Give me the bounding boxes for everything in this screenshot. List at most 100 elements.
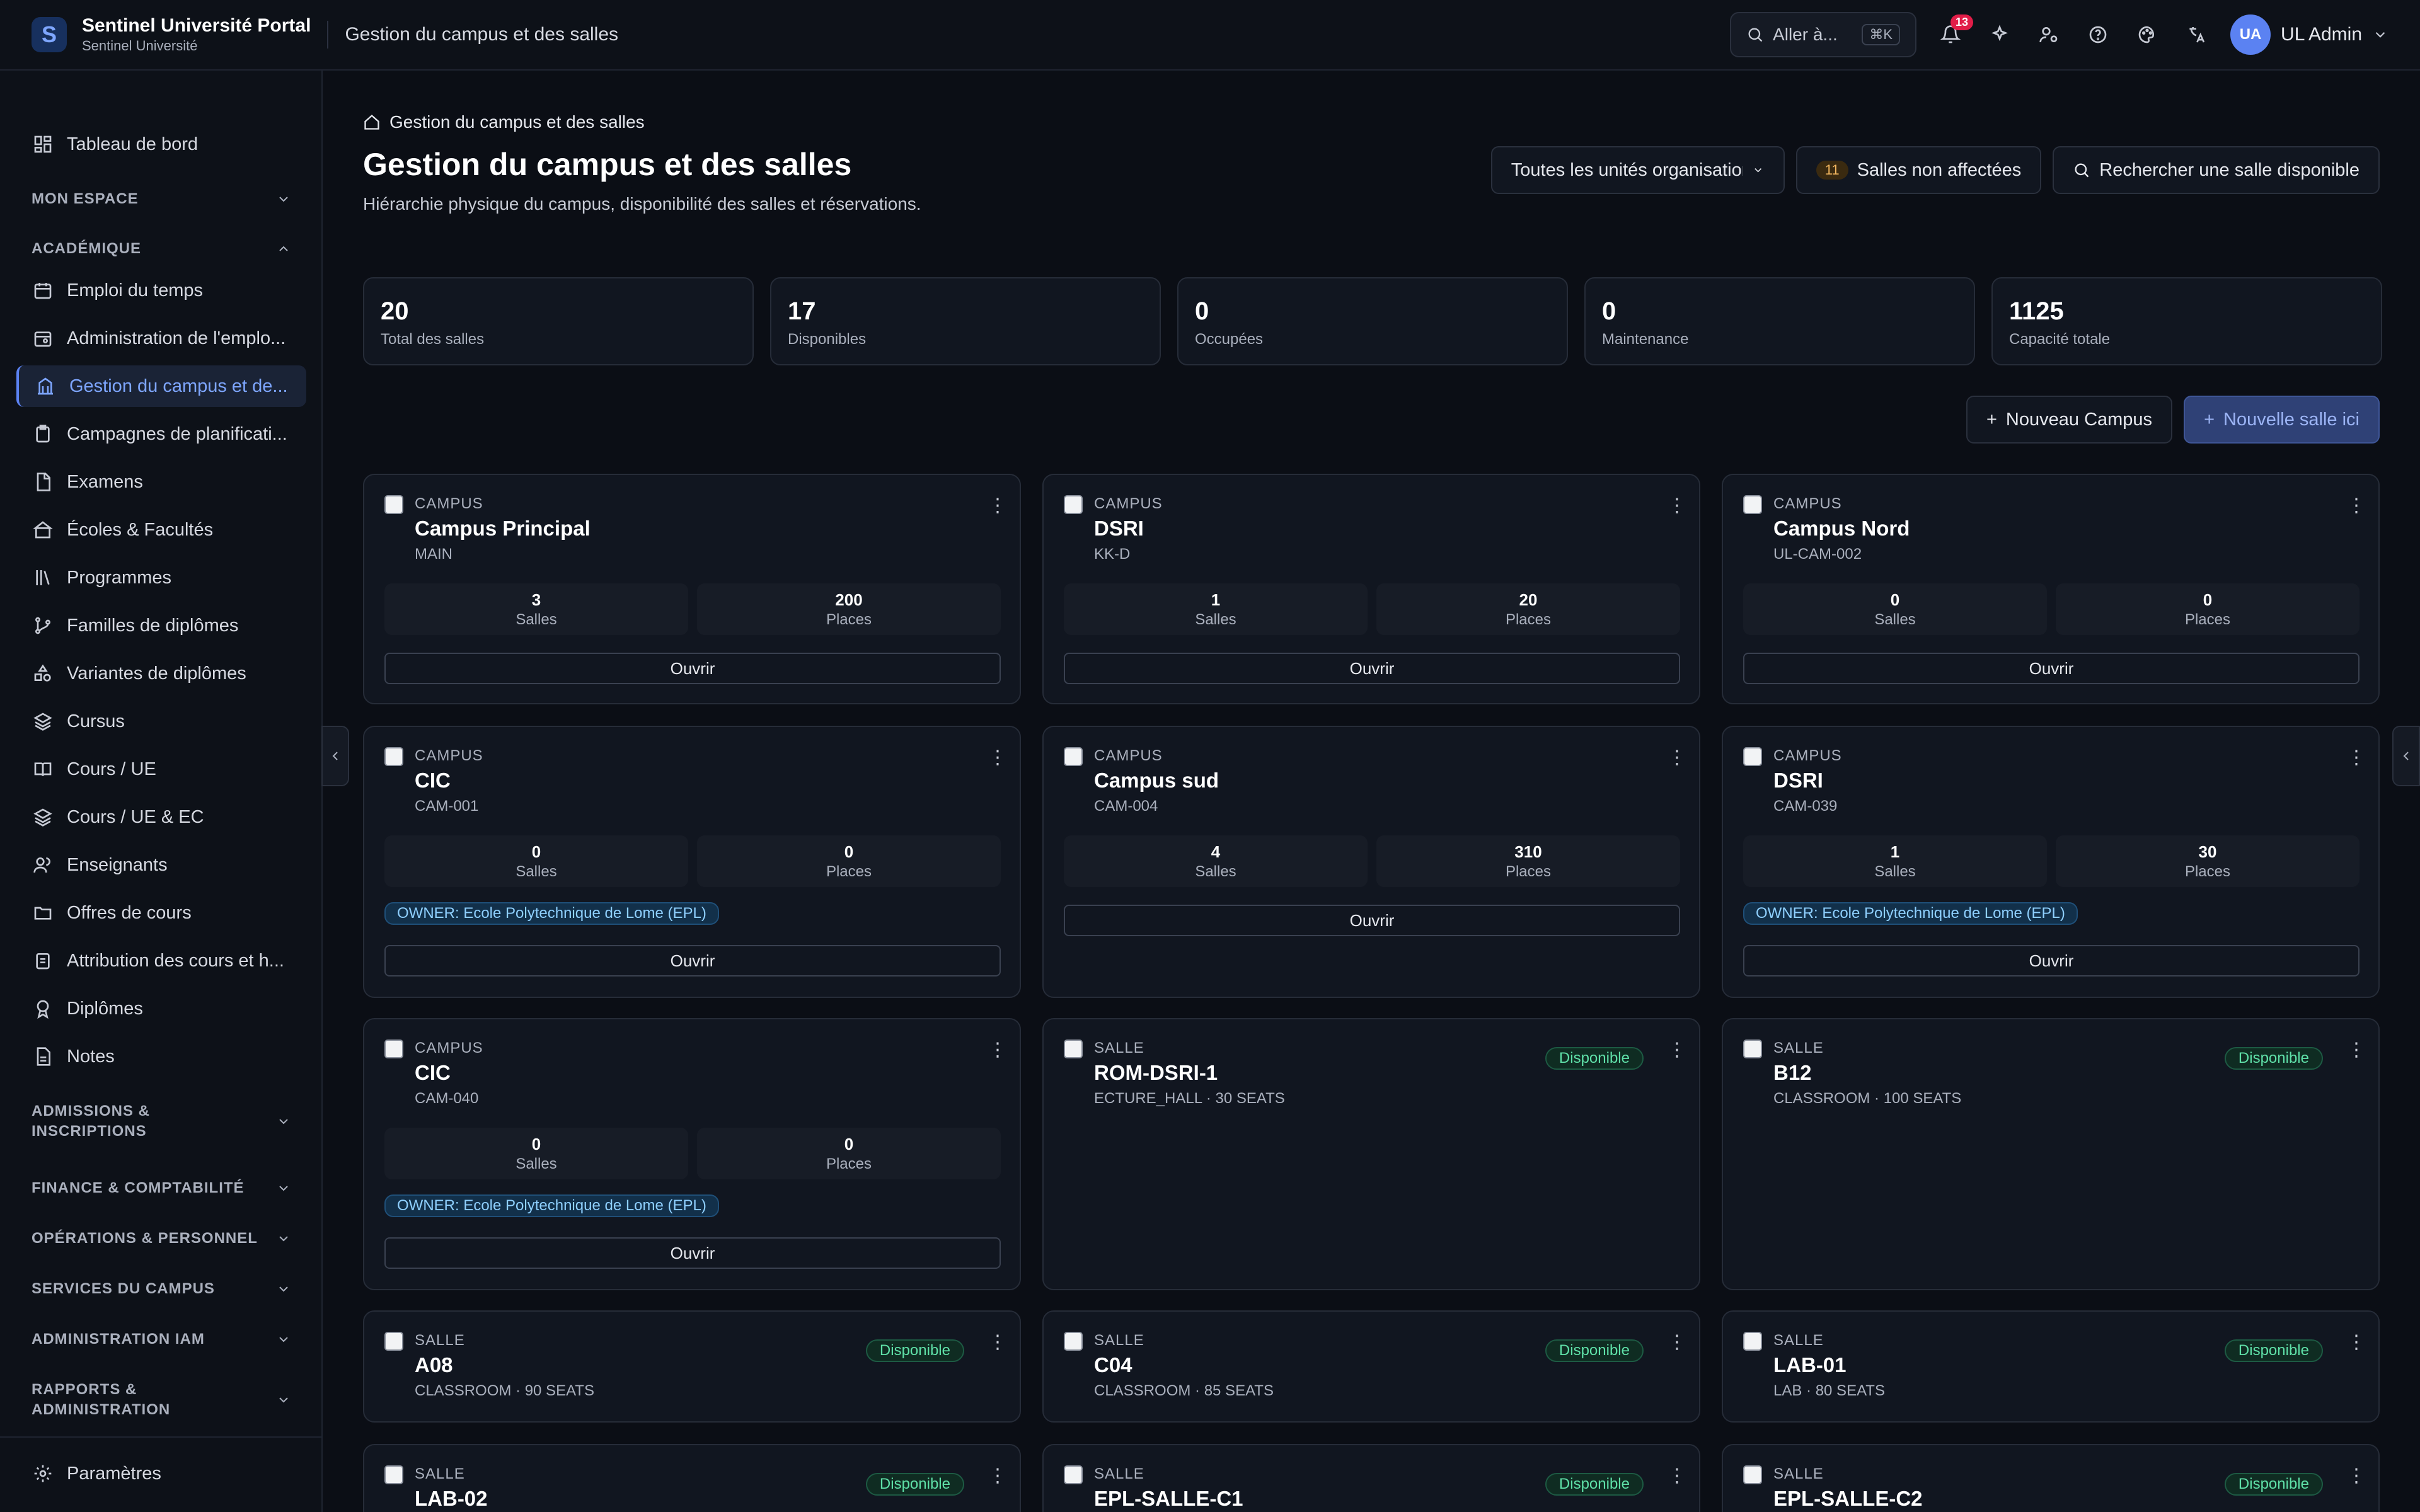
ai-button[interactable]: [1985, 20, 2015, 50]
open-button[interactable]: Ouvrir: [1064, 905, 1680, 936]
sidebar-item-attribution[interactable]: Attribution des cours et h...: [16, 940, 306, 982]
open-button[interactable]: Ouvrir: [1743, 653, 2360, 684]
sidebar-item-examens[interactable]: Examens: [16, 461, 306, 503]
library-icon: [36, 570, 50, 585]
more-options-icon[interactable]: ⋮: [988, 1467, 1007, 1486]
sidebar-item-cours-ue-ec[interactable]: Cours / UE & EC: [16, 796, 306, 838]
sidebar-section-services[interactable]: SERVICES DU CAMPUS: [32, 1279, 291, 1299]
more-options-icon[interactable]: ⋮: [988, 748, 1007, 767]
sidebar-item-cursus[interactable]: Cursus: [16, 701, 306, 742]
select-checkbox[interactable]: [1743, 1332, 1762, 1351]
sidebar-section-operations[interactable]: OPÉRATIONS & PERSONNEL: [32, 1228, 291, 1249]
more-options-icon[interactable]: ⋮: [1668, 748, 1686, 767]
sidebar-item-cours-ue[interactable]: Cours / UE: [16, 748, 306, 790]
campus-card[interactable]: CAMPUS CIC CAM-040 ⋮ 0 Salles 0 Places OWN…: [363, 1018, 1021, 1290]
room-card[interactable]: SALLE A08 CLASSROOM · 90 SEATS Disponibl…: [363, 1310, 1021, 1423]
sidebar-item-ecoles[interactable]: Écoles & Facultés: [16, 509, 306, 551]
select-checkbox[interactable]: [384, 1040, 403, 1058]
user-menu[interactable]: UA UL Admin: [2230, 14, 2388, 55]
stat-maintenance: 0 Maintenance: [1584, 277, 1975, 365]
sidebar-item-variantes[interactable]: Variantes de diplômes: [16, 653, 306, 694]
open-button[interactable]: Ouvrir: [384, 1237, 1001, 1269]
user-settings-button[interactable]: [2034, 20, 2064, 50]
room-card[interactable]: SALLE C04 CLASSROOM · 85 SEATS Disponibl…: [1042, 1310, 1700, 1423]
campus-card[interactable]: CAMPUS Campus sud CAM-004 ⋮ 4 Salles 310 P…: [1042, 726, 1700, 998]
language-button[interactable]: [2181, 20, 2211, 50]
unassigned-rooms-button[interactable]: 11 Salles non affectées: [1795, 146, 2042, 194]
select-checkbox[interactable]: [1743, 747, 1762, 766]
sidebar-section-mon-espace[interactable]: MON ESPACE: [32, 189, 291, 209]
more-options-icon[interactable]: ⋮: [2347, 496, 2366, 515]
sidebar-section-finance[interactable]: FINANCE & COMPTABILITÉ: [32, 1178, 291, 1198]
campus-card[interactable]: CAMPUS Campus Principal MAIN ⋮ 3 Salles 2…: [363, 474, 1021, 704]
more-options-icon[interactable]: ⋮: [988, 1333, 1007, 1352]
open-button[interactable]: Ouvrir: [384, 945, 1001, 976]
select-checkbox[interactable]: [1743, 495, 1762, 514]
sidebar-section-rapports[interactable]: RAPPORTS & ADMINISTRATION: [32, 1380, 291, 1420]
more-options-icon[interactable]: ⋮: [1668, 1467, 1686, 1486]
sidebar-item-campus[interactable]: Gestion du campus et de...: [16, 365, 306, 407]
more-options-icon[interactable]: ⋮: [1668, 1041, 1686, 1060]
room-card[interactable]: SALLE EPL-SALLE-C1 Disponible ⋮: [1042, 1444, 1700, 1512]
goto-search[interactable]: Aller à... ⌘K: [1730, 12, 1917, 57]
open-button[interactable]: Ouvrir: [1743, 945, 2360, 976]
sidebar-section-academique[interactable]: ACADÉMIQUE: [32, 239, 291, 259]
room-card[interactable]: SALLE B12 CLASSROOM · 100 SEATS Disponib…: [1722, 1018, 2380, 1290]
campus-card[interactable]: CAMPUS Campus Nord UL-CAM-002 ⋮ 0 Salles …: [1722, 474, 2380, 704]
more-options-icon[interactable]: ⋮: [988, 1041, 1007, 1060]
help-button[interactable]: [2083, 20, 2113, 50]
new-room-button[interactable]: + Nouvelle salle ici: [2184, 396, 2380, 444]
open-button[interactable]: Ouvrir: [1064, 653, 1680, 684]
sidebar-item-notes[interactable]: Notes: [16, 1036, 306, 1077]
sidebar-item-admin-emploi[interactable]: Administration de l'emplo...: [16, 318, 306, 359]
room-card[interactable]: SALLE LAB-02 Disponible ⋮: [363, 1444, 1021, 1512]
select-checkbox[interactable]: [1064, 747, 1083, 766]
select-checkbox[interactable]: [1064, 1465, 1083, 1484]
room-card[interactable]: SALLE EPL-SALLE-C2 Disponible ⋮: [1722, 1444, 2380, 1512]
select-checkbox[interactable]: [1064, 495, 1083, 514]
room-card[interactable]: SALLE LAB-01 LAB · 80 SEATS Disponible ⋮: [1722, 1310, 2380, 1423]
more-options-icon[interactable]: ⋮: [1668, 496, 1686, 515]
sidebar-section-iam[interactable]: ADMINISTRATION IAM: [32, 1329, 291, 1349]
select-checkbox[interactable]: [1743, 1465, 1762, 1484]
sidebar-item-offres[interactable]: Offres de cours: [16, 892, 306, 934]
notifications-button[interactable]: 13: [1935, 14, 1974, 50]
section-label: ACADÉMIQUE: [32, 240, 142, 257]
more-options-icon[interactable]: ⋮: [2347, 1041, 2366, 1060]
logo[interactable]: S: [32, 17, 67, 52]
campus-card[interactable]: CAMPUS DSRI CAM-039 ⋮ 1 Salles 30 Places O…: [1722, 726, 2380, 998]
more-options-icon[interactable]: ⋮: [2347, 1333, 2366, 1352]
sidebar-item-emploi-du-temps[interactable]: Emploi du temps: [16, 270, 306, 311]
home-icon[interactable]: [363, 113, 381, 131]
campus-card[interactable]: CAMPUS CIC CAM-001 ⋮ 0 Salles 0 Places OWN…: [363, 726, 1021, 998]
chevron-down-icon: [279, 1286, 288, 1292]
sidebar-item-familles[interactable]: Familles de diplômes: [16, 605, 306, 646]
select-checkbox[interactable]: [384, 1465, 403, 1484]
campus-card[interactable]: CAMPUS DSRI KK-D ⋮ 1 Salles 20 Places Ouvr…: [1042, 474, 1700, 704]
theme-button[interactable]: [2132, 20, 2162, 50]
org-unit-select[interactable]: Toutes les unités organisationnelles: [1490, 146, 1785, 194]
select-checkbox[interactable]: [1743, 1040, 1762, 1058]
more-options-icon[interactable]: ⋮: [2347, 1467, 2366, 1486]
new-campus-button[interactable]: + Nouveau Campus: [1966, 396, 2173, 444]
sidebar-item-diplomes[interactable]: Diplômes: [16, 988, 306, 1029]
sidebar-item-dashboard[interactable]: Tableau de bord: [16, 123, 306, 165]
open-button[interactable]: Ouvrir: [384, 653, 1001, 684]
select-checkbox[interactable]: [1064, 1040, 1083, 1058]
select-checkbox[interactable]: [384, 495, 403, 514]
select-checkbox[interactable]: [384, 747, 403, 766]
more-options-icon[interactable]: ⋮: [1668, 1333, 1686, 1352]
search-room-button[interactable]: Rechercher une salle disponible: [2053, 146, 2380, 194]
sidebar-item-settings[interactable]: Paramètres: [16, 1453, 306, 1494]
sidebar-item-campagnes[interactable]: Campagnes de planificati...: [16, 413, 306, 455]
expand-panel-button[interactable]: [2392, 726, 2420, 786]
sidebar-item-enseignants[interactable]: Enseignants: [16, 844, 306, 886]
more-options-icon[interactable]: ⋮: [988, 496, 1007, 515]
more-options-icon[interactable]: ⋮: [2347, 748, 2366, 767]
room-card[interactable]: SALLE ROM-DSRI-1 ECTURE_HALL · 30 SEATS …: [1042, 1018, 1700, 1290]
collapse-sidebar-button[interactable]: [321, 726, 349, 786]
sidebar-section-admissions[interactable]: ADMISSIONS & INSCRIPTIONS: [32, 1101, 291, 1142]
select-checkbox[interactable]: [1064, 1332, 1083, 1351]
sidebar-item-programmes[interactable]: Programmes: [16, 557, 306, 598]
select-checkbox[interactable]: [384, 1332, 403, 1351]
